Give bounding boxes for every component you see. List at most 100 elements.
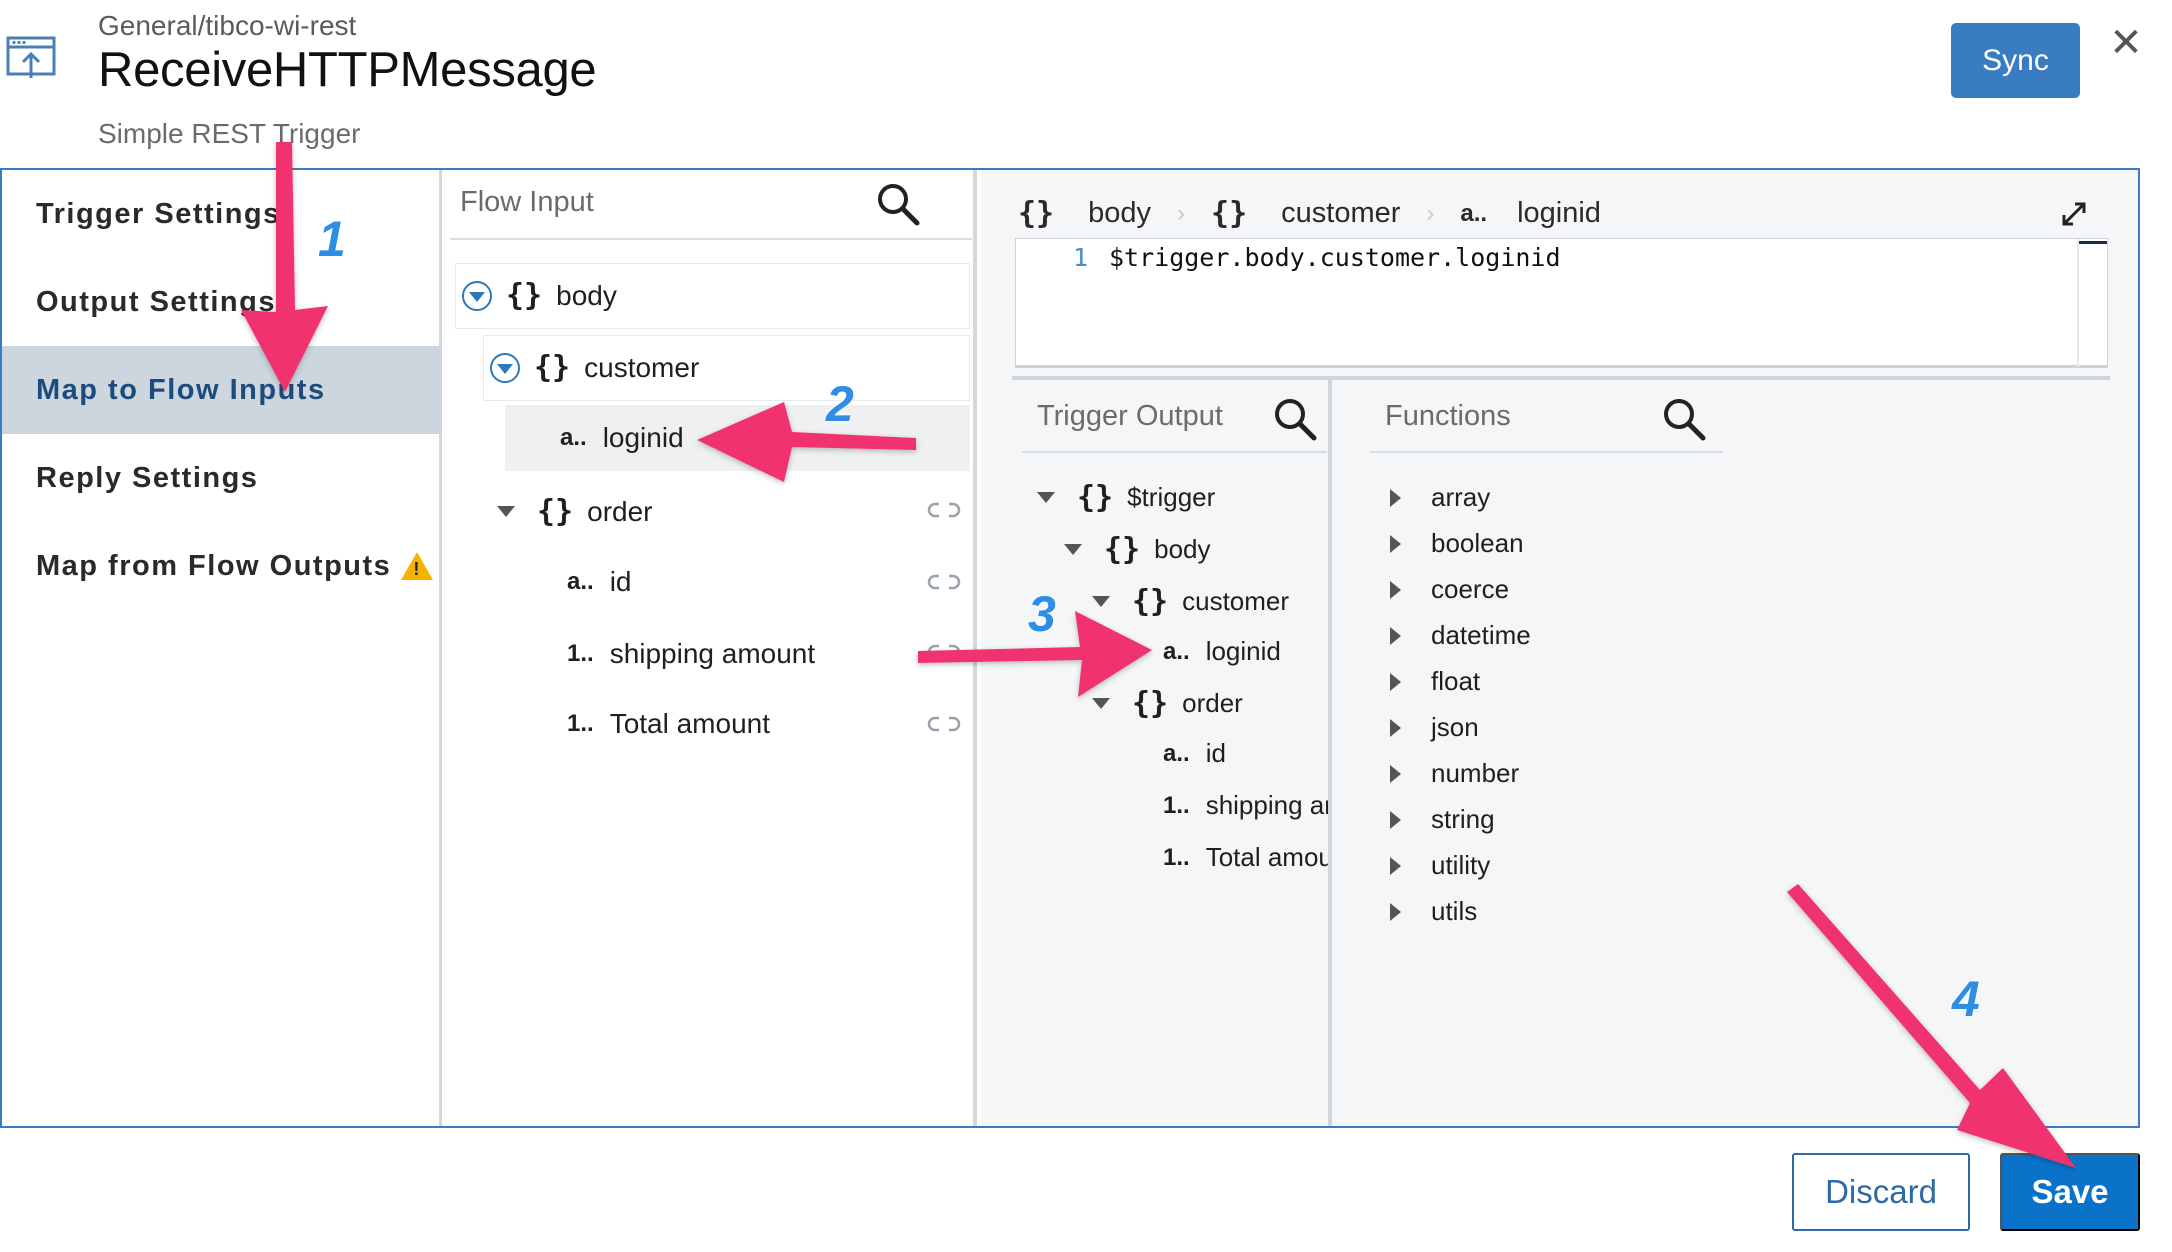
nav-item-output-settings[interactable]: Output Settings: [2, 258, 442, 346]
collapse-icon[interactable]: [490, 352, 520, 383]
expand-icon[interactable]: [1390, 856, 1401, 875]
nav-item-map-from-flow-outputs[interactable]: Map from Flow Outputs !: [2, 522, 442, 610]
expand-icon[interactable]: [1390, 626, 1401, 645]
close-icon[interactable]: ✕: [2105, 21, 2147, 65]
tree-row-loginid[interactable]: a.. loginid: [1163, 636, 1281, 667]
editor-scroll-marker[interactable]: [2079, 241, 2107, 244]
search-icon[interactable]: [876, 182, 920, 226]
tree-row-shipping-amount[interactable]: 1.. shipping ar: [1163, 790, 1328, 821]
expand-icon[interactable]: [1092, 698, 1110, 709]
search-icon[interactable]: [1662, 397, 1706, 441]
tree-row-shipping-amount[interactable]: 1.. shipping amount: [567, 638, 815, 670]
link-icon[interactable]: [927, 500, 961, 520]
function-label: boolean: [1431, 528, 1524, 558]
expand-icon[interactable]: [1064, 544, 1082, 555]
tree-row-customer[interactable]: {} customer: [490, 350, 699, 385]
function-array[interactable]: array: [1390, 482, 1490, 513]
string-type-icon: a..: [560, 424, 587, 451]
tree-row-total-amount[interactable]: 1.. Total amount: [567, 708, 770, 740]
tree-row-label: shipping ar: [1205, 790, 1328, 820]
function-string[interactable]: string: [1390, 804, 1495, 835]
page-title: ReceiveHTTPMessage: [98, 43, 597, 97]
tree-row-loginid[interactable]: a.. loginid: [560, 422, 684, 454]
tree-row-order[interactable]: {} order: [1092, 686, 1243, 721]
nav-item-label: Map to Flow Inputs: [36, 373, 326, 406]
panel-divider[interactable]: [1328, 380, 1332, 1126]
expand-icon[interactable]: [1037, 492, 1055, 503]
expand-icon[interactable]: [1390, 534, 1401, 553]
tree-row-label: id: [1205, 738, 1226, 768]
annotation-number-3: 3: [1028, 586, 1056, 642]
function-json[interactable]: json: [1390, 712, 1479, 743]
tree-row-label: body: [1154, 534, 1211, 564]
tree-row-label: order: [587, 495, 653, 527]
crumb-customer[interactable]: customer: [1281, 197, 1400, 230]
function-float[interactable]: float: [1390, 666, 1480, 697]
object-type-icon: {}: [1018, 196, 1055, 231]
expand-icon[interactable]: [1390, 902, 1401, 921]
expand-icon[interactable]: [1390, 580, 1401, 599]
crumb-separator: ›: [1177, 199, 1186, 227]
collapse-icon[interactable]: [462, 280, 492, 311]
annotation-number-4: 4: [1952, 971, 1980, 1027]
discard-button[interactable]: Discard: [1792, 1153, 1970, 1231]
tree-row-body[interactable]: {} body: [462, 278, 617, 313]
expand-icon[interactable]: [1390, 718, 1401, 737]
nav-item-label: Output Settings: [36, 285, 276, 318]
nav-item-trigger-settings[interactable]: Trigger Settings: [2, 170, 442, 258]
object-type-icon: {}: [1211, 196, 1248, 231]
crumb-loginid[interactable]: loginid: [1517, 197, 1601, 230]
function-label: float: [1431, 666, 1481, 696]
save-button[interactable]: Save: [2000, 1153, 2140, 1231]
function-label: utility: [1431, 850, 1491, 880]
function-number[interactable]: number: [1390, 758, 1519, 789]
crumb-body[interactable]: body: [1088, 197, 1151, 230]
link-icon[interactable]: [927, 714, 961, 734]
object-type-icon: {}: [1132, 584, 1169, 619]
editor-divider[interactable]: [1012, 376, 2110, 380]
trigger-icon: [6, 36, 56, 78]
expand-icon[interactable]: [497, 506, 515, 517]
tree-row-label: shipping amount: [609, 638, 816, 669]
search-icon[interactable]: [1273, 397, 1317, 441]
nav-item-label: Trigger Settings: [36, 197, 281, 230]
tree-row-total-amount[interactable]: 1.. Total amou: [1163, 842, 1328, 873]
editor-gutter: [2077, 239, 2079, 367]
tree-row-id[interactable]: a.. id: [1163, 738, 1226, 769]
function-label: json: [1431, 712, 1479, 742]
expand-icon[interactable]: [1092, 596, 1110, 607]
string-type-icon: a..: [567, 568, 594, 595]
tree-row-order[interactable]: {} order: [497, 494, 653, 529]
function-datetime[interactable]: datetime: [1390, 620, 1531, 651]
function-utils[interactable]: utils: [1390, 896, 1477, 927]
mapping-breadcrumb: {} body › {} customer › a.. loginid: [1018, 196, 1601, 231]
tree-row-customer[interactable]: {} customer: [1092, 584, 1289, 619]
nav-item-map-to-flow-inputs[interactable]: Map to Flow Inputs: [2, 346, 442, 434]
expand-icon[interactable]: [1390, 672, 1401, 691]
expand-icon[interactable]: [1390, 488, 1401, 507]
tree-row-id[interactable]: a.. id: [567, 566, 631, 598]
tree-row-body[interactable]: {} body: [1064, 532, 1211, 567]
expand-icon[interactable]: [1390, 764, 1401, 783]
function-coerce[interactable]: coerce: [1390, 574, 1509, 605]
nav-item-label: Map from Flow Outputs: [36, 549, 392, 582]
tree-row-trigger[interactable]: {} $trigger: [1037, 480, 1215, 515]
link-icon[interactable]: [927, 572, 961, 592]
expression-text[interactable]: $trigger.body.customer.loginid: [1109, 243, 1561, 272]
divider: [450, 238, 972, 240]
expand-editor-icon[interactable]: [2058, 198, 2090, 230]
expand-icon[interactable]: [1390, 810, 1401, 829]
tree-row-label: loginid: [602, 422, 684, 453]
expression-editor[interactable]: 1 $trigger.body.customer.loginid: [1015, 238, 2108, 368]
sync-button[interactable]: Sync: [1951, 23, 2080, 98]
string-type-icon: a..: [1163, 739, 1190, 767]
nav-item-reply-settings[interactable]: Reply Settings: [2, 434, 442, 522]
object-type-icon: {}: [506, 278, 543, 313]
function-boolean[interactable]: boolean: [1390, 528, 1524, 559]
link-icon[interactable]: [927, 642, 961, 662]
trigger-output-title: Trigger Output: [1037, 400, 1223, 432]
tree-row-label: $trigger: [1127, 482, 1216, 512]
function-label: utils: [1431, 896, 1478, 926]
function-utility[interactable]: utility: [1390, 850, 1490, 881]
tree-row-label: customer: [584, 351, 700, 383]
